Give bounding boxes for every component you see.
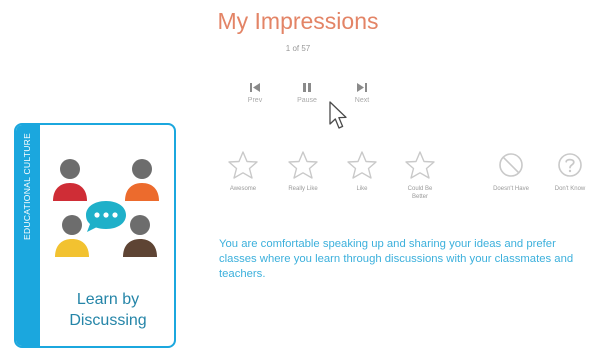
- rating-could-be-better[interactable]: Could Be Better: [396, 150, 444, 201]
- rating-doesnt-have[interactable]: Doesn't Have: [486, 150, 536, 193]
- rating-label: Really Like: [288, 186, 318, 192]
- rating-dont-know[interactable]: Don't Know: [545, 150, 595, 193]
- question-icon: [558, 153, 582, 177]
- impression-card: EDUCATIONAL CULTURE Learn by Discussing: [14, 123, 176, 348]
- card-caption: Learn by Discussing: [40, 289, 174, 331]
- prev-label: Prev: [247, 97, 263, 104]
- group-discussion-icon: [53, 159, 159, 257]
- card-caption-line1: Learn by: [76, 291, 140, 308]
- rating-label: Could Be Better: [407, 186, 433, 200]
- star-icon: [347, 151, 377, 179]
- star-icon: [405, 151, 435, 179]
- rating-really-like[interactable]: Really Like: [278, 150, 328, 193]
- prohibited-icon: [499, 153, 523, 177]
- star-icon: [288, 151, 318, 179]
- rating-label: Like: [356, 186, 368, 192]
- rating-like[interactable]: Like: [337, 150, 387, 193]
- skip-forward-icon: [357, 83, 367, 92]
- mouse-pointer-icon: [329, 101, 347, 129]
- rating-label: Doesn't Have: [493, 186, 529, 192]
- rating-label: Don't Know: [554, 186, 586, 192]
- impression-description: You are comfortable speaking up and shar…: [219, 238, 574, 280]
- pause-icon: [303, 83, 311, 92]
- card-caption-line2: Discussing: [69, 312, 147, 329]
- next-label: Next: [354, 97, 370, 104]
- pause-button[interactable]: Pause: [289, 82, 325, 104]
- item-counter: 1 of 57: [285, 44, 311, 53]
- star-icon: [228, 151, 258, 179]
- card-category-label: EDUCATIONAL CULTURE: [22, 133, 32, 241]
- pause-label: Pause: [297, 97, 317, 104]
- next-button[interactable]: Next: [344, 82, 380, 104]
- skip-back-icon: [250, 83, 260, 92]
- rating-awesome[interactable]: Awesome: [218, 150, 268, 193]
- rating-label: Awesome: [229, 186, 257, 192]
- prev-button[interactable]: Prev: [237, 82, 273, 104]
- page-title: My Impressions: [217, 8, 379, 34]
